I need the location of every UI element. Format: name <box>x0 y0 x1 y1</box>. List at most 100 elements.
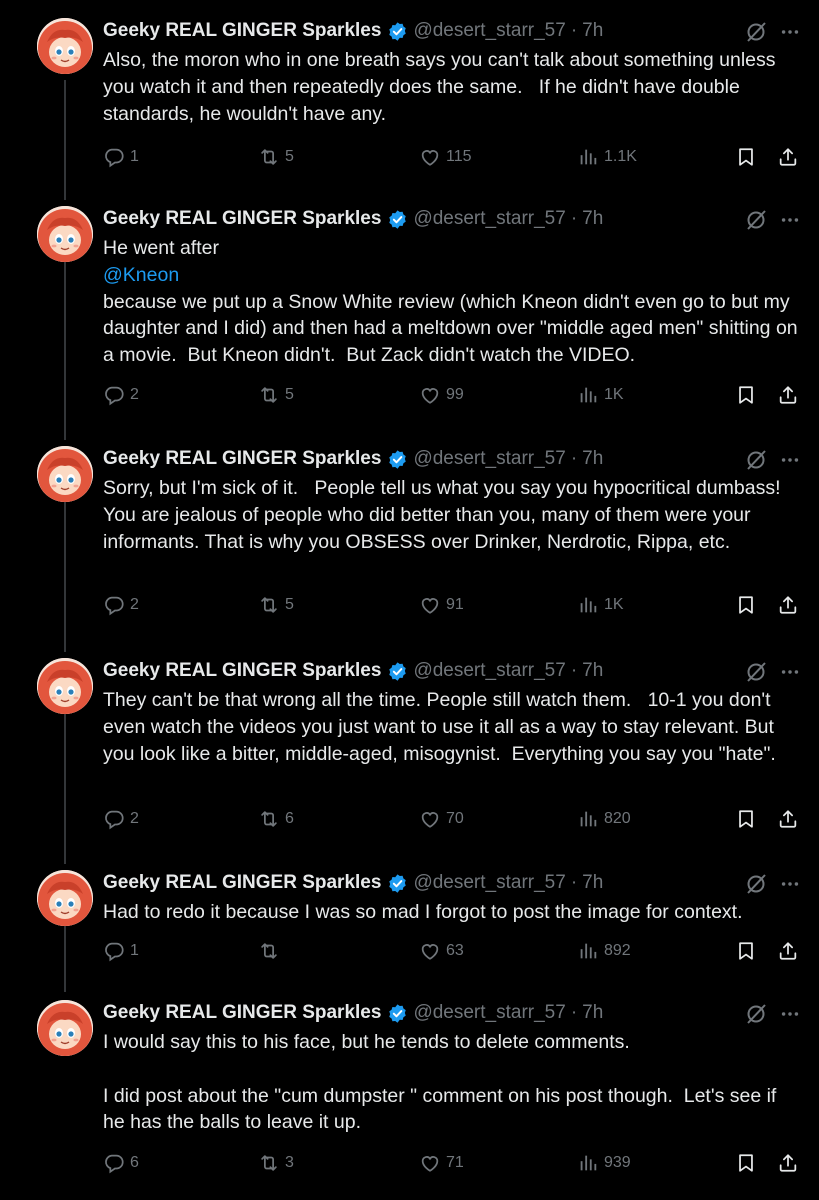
more-icon[interactable] <box>779 873 801 900</box>
avatar[interactable] <box>37 446 93 502</box>
like-button[interactable]: 63 <box>419 940 464 962</box>
separator-dot: · <box>570 660 578 681</box>
retweet-icon <box>258 940 285 962</box>
grok-icon[interactable] <box>744 1002 768 1031</box>
tweet-text-intro: He went after <box>103 237 219 259</box>
author-handle[interactable]: @desert_starr_57 <box>413 660 565 682</box>
grok-icon[interactable] <box>744 448 768 477</box>
more-icon[interactable] <box>779 661 801 688</box>
author-name[interactable]: Geeky REAL GINGER Sparkles <box>103 208 381 230</box>
retweet-count: 6 <box>285 810 294 827</box>
share-button[interactable] <box>777 594 804 616</box>
tweet[interactable]: Geeky REAL GINGER Sparkles @desert_starr… <box>0 852 819 982</box>
timestamp[interactable]: 7h <box>582 660 603 682</box>
share-button[interactable] <box>777 384 804 406</box>
share-icon <box>777 808 804 830</box>
reply-button[interactable]: 2 <box>103 594 139 616</box>
like-button[interactable]: 70 <box>419 808 464 830</box>
more-icon[interactable] <box>779 21 801 48</box>
views-button[interactable]: 1K <box>577 594 624 616</box>
retweet-button[interactable]: 5 <box>258 384 294 406</box>
author-name[interactable]: Geeky REAL GINGER Sparkles <box>103 660 381 682</box>
bookmark-button[interactable] <box>735 384 762 406</box>
action-bar: 1 63 892 <box>103 940 803 970</box>
retweet-icon <box>258 1152 285 1174</box>
views-button[interactable]: 820 <box>577 808 631 830</box>
author-name[interactable]: Geeky REAL GINGER Sparkles <box>103 872 381 894</box>
retweet-button[interactable]: 5 <box>258 594 294 616</box>
reply-count: 2 <box>130 596 139 613</box>
timestamp[interactable]: 7h <box>582 20 603 42</box>
share-button[interactable] <box>777 146 804 168</box>
timestamp[interactable]: 7h <box>582 208 603 230</box>
author-name[interactable]: Geeky REAL GINGER Sparkles <box>103 448 381 470</box>
more-icon[interactable] <box>779 1003 801 1030</box>
like-button[interactable]: 91 <box>419 594 464 616</box>
retweet-button[interactable]: 3 <box>258 1152 294 1174</box>
retweet-button[interactable]: 5 <box>258 146 294 168</box>
avatar[interactable] <box>37 1000 93 1056</box>
like-count: 63 <box>446 942 464 959</box>
bookmark-button[interactable] <box>735 594 762 616</box>
reply-button[interactable]: 1 <box>103 940 139 962</box>
reply-button[interactable]: 2 <box>103 808 139 830</box>
retweet-button[interactable]: 6 <box>258 808 294 830</box>
timestamp[interactable]: 7h <box>582 1002 603 1024</box>
tweet[interactable]: Geeky REAL GINGER Sparkles @desert_starr… <box>0 0 819 190</box>
avatar[interactable] <box>37 206 93 262</box>
share-button[interactable] <box>777 1152 804 1174</box>
grok-icon[interactable] <box>744 660 768 689</box>
share-button[interactable] <box>777 940 804 962</box>
tweet-text: They can't be that wrong all the time. P… <box>103 689 780 765</box>
author-handle[interactable]: @desert_starr_57 <box>413 448 565 470</box>
tweet-text: He went after @Kneon because we put up a… <box>103 235 803 369</box>
like-button[interactable]: 99 <box>419 384 464 406</box>
bookmark-button[interactable] <box>735 808 762 830</box>
reply-button[interactable]: 6 <box>103 1152 139 1174</box>
tweet[interactable]: Geeky REAL GINGER Sparkles @desert_starr… <box>0 428 819 640</box>
reply-button[interactable]: 2 <box>103 384 139 406</box>
author-handle[interactable]: @desert_starr_57 <box>413 1002 565 1024</box>
retweet-count: 5 <box>285 596 294 613</box>
reply-icon <box>103 940 130 962</box>
grok-icon[interactable] <box>744 872 768 901</box>
views-button[interactable]: 1K <box>577 384 624 406</box>
avatar[interactable] <box>37 18 93 74</box>
author-name[interactable]: Geeky REAL GINGER Sparkles <box>103 1002 381 1024</box>
like-count: 99 <box>446 386 464 403</box>
reply-button[interactable]: 1 <box>103 146 139 168</box>
bookmark-icon <box>735 1152 762 1174</box>
avatar[interactable] <box>37 658 93 714</box>
bookmark-button[interactable] <box>735 940 762 962</box>
tweet[interactable]: Geeky REAL GINGER Sparkles @desert_starr… <box>0 188 819 428</box>
views-button[interactable]: 939 <box>577 1152 631 1174</box>
bookmark-button[interactable] <box>735 146 762 168</box>
timestamp[interactable]: 7h <box>582 448 603 470</box>
timestamp[interactable]: 7h <box>582 872 603 894</box>
retweet-button[interactable] <box>258 940 285 962</box>
bookmark-button[interactable] <box>735 1152 762 1174</box>
author-handle[interactable]: @desert_starr_57 <box>413 20 565 42</box>
retweet-icon <box>258 384 285 406</box>
tweet[interactable]: Geeky REAL GINGER Sparkles @desert_starr… <box>0 640 819 852</box>
author-handle[interactable]: @desert_starr_57 <box>413 208 565 230</box>
more-icon[interactable] <box>779 209 801 236</box>
grok-icon[interactable] <box>744 20 768 49</box>
author-handle[interactable]: @desert_starr_57 <box>413 872 565 894</box>
avatar[interactable] <box>37 870 93 926</box>
mention-link[interactable]: @Kneon <box>103 264 179 286</box>
retweet-icon <box>258 146 285 168</box>
tweet[interactable]: Geeky REAL GINGER Sparkles @desert_starr… <box>0 982 819 1200</box>
share-button[interactable] <box>777 808 804 830</box>
like-button[interactable]: 71 <box>419 1152 464 1174</box>
grok-icon[interactable] <box>744 208 768 237</box>
like-button[interactable]: 115 <box>419 146 472 168</box>
more-icon[interactable] <box>779 449 801 476</box>
views-button[interactable]: 892 <box>577 940 631 962</box>
tweet-body: Geeky REAL GINGER Sparkles @desert_starr… <box>103 868 803 926</box>
views-button[interactable]: 1.1K <box>577 146 637 168</box>
views-icon <box>577 808 604 830</box>
author-name[interactable]: Geeky REAL GINGER Sparkles <box>103 20 381 42</box>
retweet-icon <box>258 808 285 830</box>
verified-icon <box>387 873 408 894</box>
